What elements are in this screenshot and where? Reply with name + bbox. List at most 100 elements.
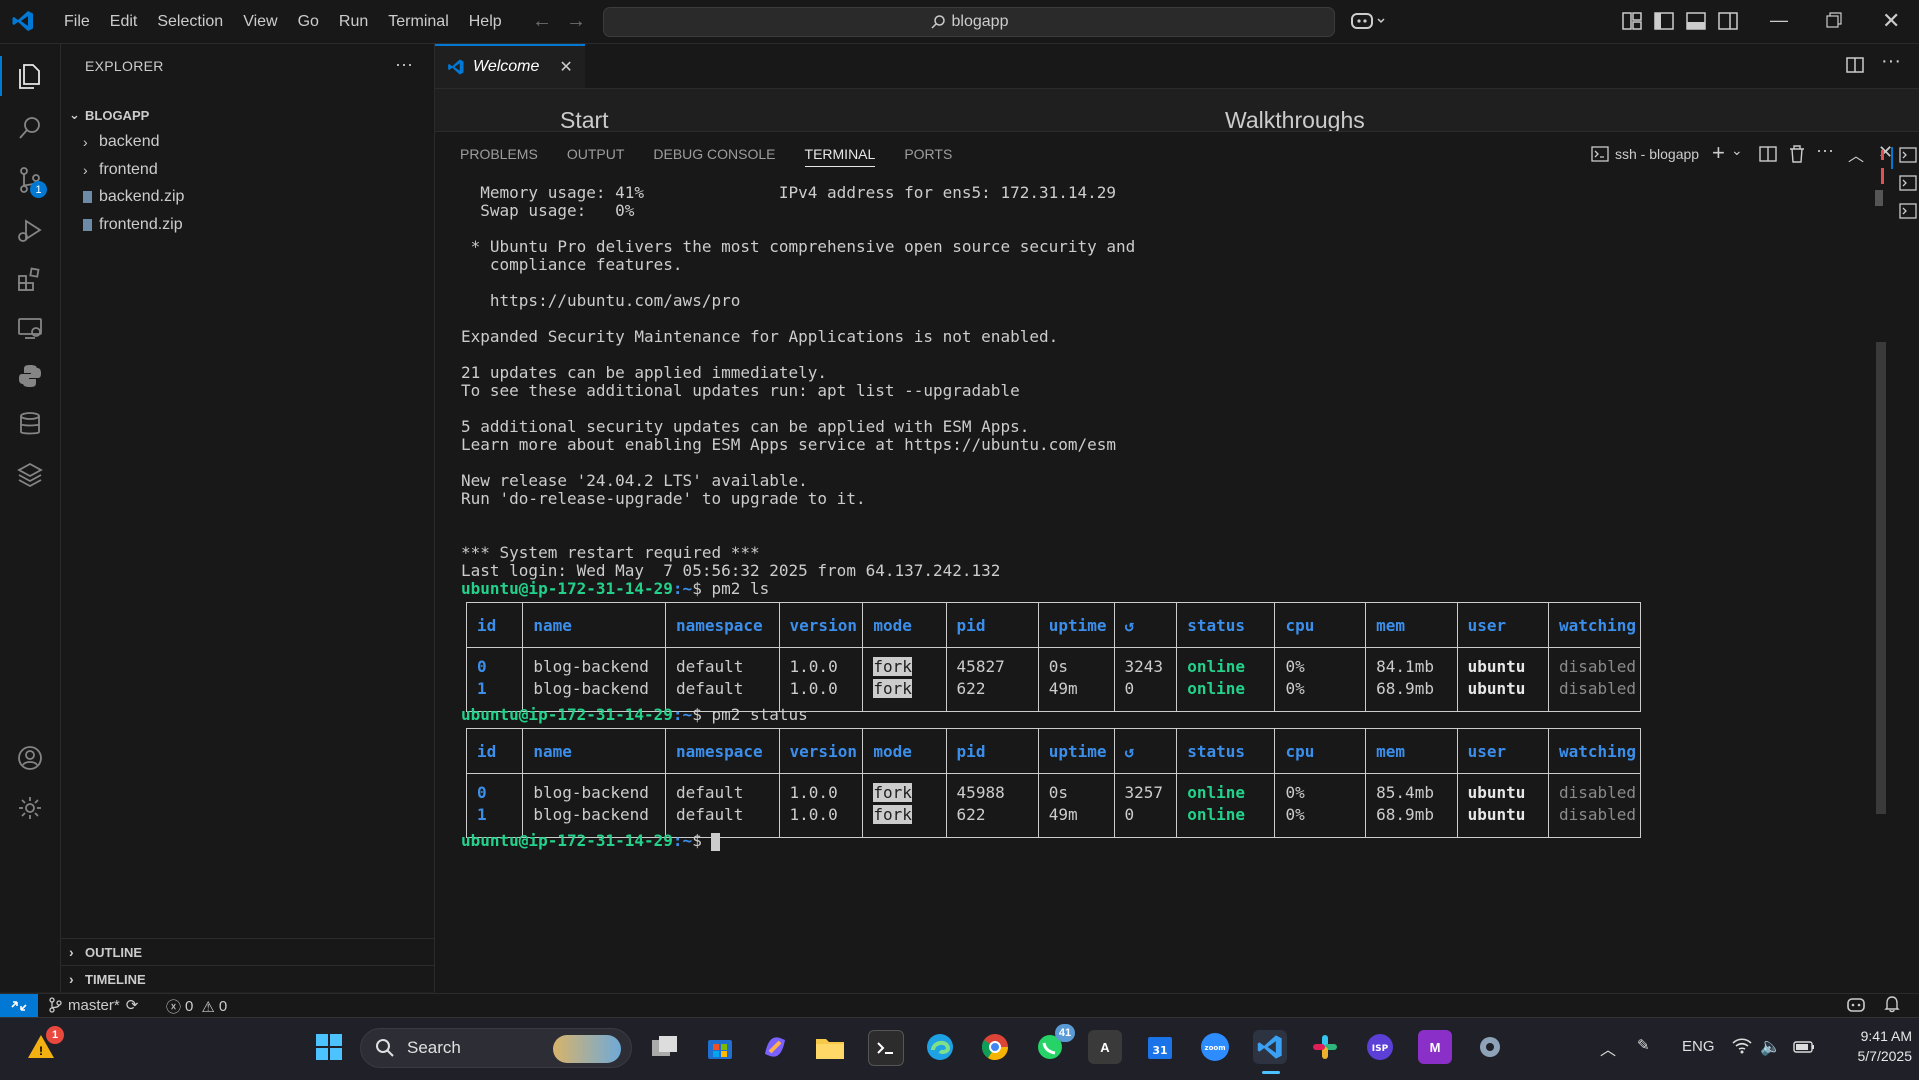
tree-item-backend-zip[interactable]: backend.zip	[61, 184, 434, 210]
extensions-icon[interactable]	[0, 254, 60, 306]
windows-start-icon[interactable]	[312, 1030, 346, 1064]
tree-item-label: backend.zip	[99, 188, 185, 205]
remote-indicator[interactable]	[0, 994, 38, 1017]
search-view-icon[interactable]	[0, 102, 60, 154]
tree-item-frontend-zip[interactable]: frontend.zip	[61, 212, 434, 238]
remote-explorer-icon[interactable]	[0, 302, 60, 354]
panel-more-icon[interactable]: ···	[1816, 140, 1834, 161]
close-tab-icon[interactable]: ✕	[559, 57, 572, 77]
task-view-icon[interactable]	[648, 1030, 682, 1064]
layers-icon[interactable]	[0, 448, 60, 500]
menu-selection[interactable]: Selection	[147, 13, 233, 31]
clock[interactable]: 9:41 AM 5/7/2025	[1832, 1026, 1913, 1066]
tab-terminal[interactable]: TERMINAL	[804, 146, 876, 167]
restore-icon[interactable]	[1826, 12, 1842, 33]
cell-value: online	[1187, 657, 1245, 676]
tab-debug-console[interactable]: DEBUG CONSOLE	[653, 146, 775, 167]
menu-file[interactable]: File	[54, 13, 100, 31]
more-actions-icon[interactable]: ···	[395, 54, 413, 75]
zoom-app-icon[interactable]: zoom	[1198, 1030, 1232, 1064]
trash-icon[interactable]	[1789, 145, 1805, 168]
branch-status[interactable]: master* ⟳	[48, 996, 138, 1014]
command-center[interactable]: blogapp	[603, 7, 1335, 37]
minimize-icon[interactable]: —	[1770, 10, 1788, 31]
font-app-icon[interactable]: A	[1088, 1030, 1122, 1064]
tab-welcome[interactable]: Welcome ✕	[435, 44, 585, 88]
problems-status[interactable]: ⓧ 0 ⚠ 0	[166, 996, 227, 1017]
chrome-browser-icon[interactable]	[978, 1030, 1012, 1064]
copilot-icon[interactable]	[1350, 10, 1388, 37]
notifications-bell-icon[interactable]	[1884, 995, 1900, 1017]
terminal-list-item[interactable]	[1891, 147, 1919, 169]
terminal-output[interactable]: Memory usage: 41% IPv4 address for ens5:…	[461, 182, 1641, 982]
copilot-app-icon[interactable]	[758, 1030, 792, 1064]
toggle-secondary-sidebar-icon[interactable]	[1718, 12, 1738, 35]
chevron-up-icon[interactable]: ︿	[1600, 1036, 1616, 1060]
customize-layout-icon[interactable]	[1622, 12, 1642, 35]
terminal-app-icon[interactable]	[868, 1030, 904, 1066]
pen-icon[interactable]: ✎	[1637, 1036, 1650, 1054]
maximize-panel-icon[interactable]: ︿	[1848, 142, 1864, 166]
m-app-icon[interactable]: M	[1418, 1030, 1452, 1064]
back-arrow-icon[interactable]: ←	[532, 10, 552, 33]
terminal-scrollbar[interactable]	[1876, 342, 1886, 814]
split-editor-icon[interactable]	[1846, 56, 1864, 79]
terminal-selector[interactable]: ssh - blogapp	[1591, 146, 1699, 162]
file-explorer-icon[interactable]	[813, 1030, 847, 1064]
run-debug-icon[interactable]	[0, 204, 60, 256]
menu-go[interactable]: Go	[288, 13, 329, 31]
terminal-list-item[interactable]	[1899, 175, 1917, 196]
taskbar-search[interactable]: Search	[360, 1028, 632, 1068]
isp-app-icon[interactable]: ISP	[1363, 1030, 1397, 1064]
language-indicator[interactable]: ENG	[1682, 1038, 1715, 1055]
tree-item-backend[interactable]: › backend	[61, 129, 434, 155]
table-cell-cpu: 0% 0%	[1274, 647, 1367, 712]
database-icon[interactable]	[0, 398, 60, 450]
accounts-icon[interactable]	[0, 732, 60, 784]
battery-icon[interactable]	[1793, 1040, 1815, 1058]
explorer-icon[interactable]	[0, 50, 60, 102]
cell-value: 0	[477, 657, 487, 676]
new-terminal-icon[interactable]: +	[1712, 140, 1725, 166]
python-icon[interactable]	[0, 350, 60, 402]
source-control-icon[interactable]: 1	[0, 154, 60, 206]
volume-icon[interactable]: 🔈	[1760, 1037, 1781, 1057]
menu-run[interactable]: Run	[329, 13, 378, 31]
copilot-status-icon[interactable]	[1846, 996, 1866, 1018]
scrollbar-thumb-top[interactable]	[1875, 190, 1883, 206]
edge-browser-icon[interactable]	[923, 1030, 957, 1064]
calendar-app-icon[interactable]: 31	[1143, 1030, 1177, 1064]
tab-problems[interactable]: PROBLEMS	[460, 146, 538, 167]
branch-name: master*	[68, 996, 120, 1014]
toggle-primary-sidebar-icon[interactable]	[1654, 12, 1674, 35]
alert-app-icon[interactable]: ! 1	[24, 1026, 64, 1064]
whatsapp-icon[interactable]: 41	[1033, 1024, 1075, 1064]
slack-icon[interactable]	[1308, 1030, 1342, 1064]
editor-more-icon[interactable]: ···	[1881, 50, 1901, 73]
timeline-section[interactable]: › TIMELINE	[61, 965, 434, 992]
close-window-icon[interactable]: ✕	[1882, 8, 1900, 34]
terminal-list-item[interactable]	[1899, 203, 1917, 224]
menu-help[interactable]: Help	[459, 13, 512, 31]
tab-ports[interactable]: PORTS	[904, 146, 952, 167]
table-row: 0 1 blog-backend blog-backend default default…	[465, 773, 1641, 838]
settings-gear-icon[interactable]	[0, 782, 60, 834]
outline-section[interactable]: › OUTLINE	[61, 938, 434, 965]
menu-terminal[interactable]: Terminal	[378, 13, 458, 31]
chevron-down-icon[interactable]: ⌄	[1731, 142, 1743, 159]
vscode-taskbar-icon[interactable]	[1253, 1030, 1287, 1074]
forward-arrow-icon[interactable]: →	[566, 10, 586, 33]
cell-value: 3257	[1124, 783, 1164, 802]
menu-view[interactable]: View	[233, 13, 287, 31]
split-terminal-icon[interactable]	[1759, 146, 1777, 167]
wifi-icon[interactable]	[1732, 1038, 1752, 1059]
sync-icon[interactable]: ⟳	[126, 996, 139, 1014]
toggle-panel-icon[interactable]	[1686, 12, 1706, 35]
tree-item-frontend[interactable]: › frontend	[61, 157, 434, 183]
microsoft-store-icon[interactable]	[703, 1030, 737, 1064]
sidebar-title: EXPLORER	[85, 58, 164, 74]
workspace-root[interactable]: ⌄ BLOGAPP	[61, 102, 434, 128]
settings-app-icon[interactable]	[1473, 1030, 1507, 1064]
tab-output[interactable]: OUTPUT	[567, 146, 625, 167]
menu-edit[interactable]: Edit	[100, 13, 148, 31]
